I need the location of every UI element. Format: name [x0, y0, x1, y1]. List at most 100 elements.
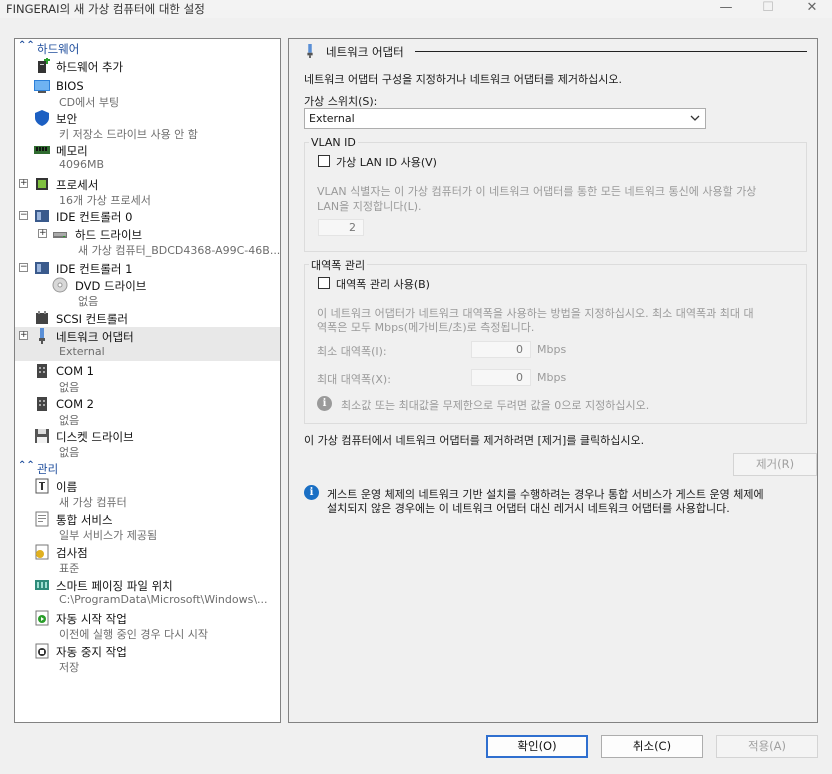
- dvd-icon: [52, 277, 68, 293]
- tree-label: 자동 중지 작업: [56, 645, 127, 659]
- tree-item-automatic-start[interactable]: 자동 시작 작업 이전에 실행 중인 경우 다시 시작: [15, 609, 280, 641]
- tree-label: 하드웨어 추가: [56, 60, 124, 74]
- legacy-adapter-info-line2: 설치되지 않은 경우에는 이 네트워크 어댑터 대신 레거시 네트워크 어댑터를…: [327, 502, 730, 515]
- tree-label: 디스켓 드라이브: [56, 430, 134, 444]
- tree-label: COM 2: [56, 397, 94, 411]
- name-icon: [35, 478, 49, 494]
- cancel-button[interactable]: 취소(C): [601, 735, 703, 758]
- tree-item-ide-controller-1[interactable]: − IDE 컨트롤러 1: [15, 259, 280, 277]
- min-bandwidth-input[interactable]: 0: [471, 341, 531, 358]
- management-section-header[interactable]: ⌃⌃ 관리: [15, 460, 280, 476]
- tree-item-processor[interactable]: + 프로세서 16개 가상 프로세서: [15, 175, 280, 207]
- collapse-icon[interactable]: −: [19, 211, 28, 220]
- hard-drive-icon: [53, 232, 67, 238]
- chevron-down-icon: [690, 115, 700, 121]
- tree-label: 스마트 페이징 파일 위치: [56, 579, 173, 593]
- tree-label: 검사점: [56, 546, 88, 560]
- tree-item-network-adapter[interactable]: + 네트워크 어댑터 External: [15, 327, 280, 361]
- tree-item-automatic-stop[interactable]: 자동 중지 작업 저장: [15, 642, 280, 674]
- auto-start-icon: [35, 610, 49, 626]
- tree-sublabel: CD에서 부팅: [59, 96, 120, 109]
- vlan-checkbox[interactable]: [318, 155, 330, 167]
- maximize-button[interactable]: ☐: [748, 0, 788, 18]
- tree-label: 이름: [56, 480, 78, 494]
- tree-sublabel: 없음: [59, 381, 80, 394]
- tree-label: 통합 서비스: [56, 513, 113, 527]
- tree-label: DVD 드라이브: [75, 279, 147, 293]
- tree-item-checkpoints[interactable]: 검사점 표준: [15, 543, 280, 575]
- remove-button[interactable]: 제거(R): [733, 453, 817, 476]
- tree-item-name[interactable]: 이름 새 가상 컴퓨터: [15, 477, 280, 509]
- tree-item-ide-controller-0[interactable]: − IDE 컨트롤러 0: [15, 207, 280, 225]
- max-bandwidth-label: 최대 대역폭(X):: [317, 373, 391, 386]
- paging-file-icon: [35, 580, 49, 590]
- tree-sublabel: 없음: [59, 446, 80, 459]
- collapse-icon[interactable]: −: [19, 263, 28, 272]
- tree-sublabel: 없음: [59, 414, 80, 427]
- tree-item-smart-paging[interactable]: 스마트 페이징 파일 위치 C:\ProgramData\Microsoft\W…: [15, 576, 280, 608]
- vlan-legend: VLAN ID: [309, 136, 358, 149]
- controller-icon: [35, 262, 49, 274]
- apply-button[interactable]: 적용(A): [716, 735, 818, 758]
- tree-item-add-hardware[interactable]: 하드웨어 추가: [15, 57, 280, 75]
- info-icon: i: [317, 396, 332, 411]
- tree-item-com2[interactable]: COM 2 없음: [15, 395, 280, 427]
- bandwidth-checkbox[interactable]: [318, 277, 330, 289]
- tree-item-bios[interactable]: BIOS CD에서 부팅: [15, 77, 280, 109]
- tree-sublabel: External: [59, 345, 105, 358]
- management-header-label: 관리: [37, 462, 59, 476]
- tree-label: 프로세서: [56, 178, 99, 192]
- tree-item-memory[interactable]: 메모리 4096MB: [15, 141, 280, 173]
- hardware-section-header[interactable]: ⌃⌃ 하드웨어: [15, 40, 280, 56]
- settings-detail-panel: 네트워크 어댑터 네트워크 어댑터 구성을 지정하거나 네트워크 어댑터를 제거…: [288, 38, 818, 723]
- minimize-button[interactable]: —: [706, 0, 746, 18]
- max-bandwidth-unit: Mbps: [537, 371, 567, 384]
- memory-icon: [34, 146, 50, 154]
- window-title: FINGERAI의 새 가상 컴퓨터에 대한 설정: [6, 2, 205, 16]
- tree-label: BIOS: [56, 79, 84, 93]
- min-bandwidth-label: 최소 대역폭(I):: [317, 345, 387, 358]
- vlan-id-input[interactable]: 2: [318, 219, 364, 236]
- min-bandwidth-unit: Mbps: [537, 343, 567, 356]
- com-port-icon: [37, 364, 47, 378]
- virtual-switch-label: 가상 스위치(S):: [304, 95, 378, 108]
- expand-icon[interactable]: +: [38, 229, 47, 238]
- network-adapter-icon: [307, 44, 313, 58]
- bandwidth-checkbox-label[interactable]: 대역폭 관리 사용(B): [336, 276, 430, 292]
- settings-tree[interactable]: ⌃⌃ 하드웨어 하드웨어 추가 BIOS CD에서 부팅 보안 키 저장소 드라…: [14, 38, 281, 723]
- tree-item-hard-drive[interactable]: + 하드 드라이브 새 가상 컴퓨터_BDCD4368-A99C-46B...: [15, 225, 280, 257]
- collapse-chevron-icon[interactable]: ⌃⌃: [18, 40, 35, 51]
- close-button[interactable]: ✕: [792, 0, 832, 18]
- tree-sublabel: 표준: [59, 562, 80, 575]
- tree-sublabel: 일부 서비스가 제공됨: [59, 529, 158, 542]
- vlan-checkbox-label[interactable]: 가상 LAN ID 사용(V): [336, 154, 437, 170]
- tree-label: SCSI 컨트롤러: [56, 312, 128, 326]
- virtual-switch-value: External: [309, 112, 355, 125]
- panel-description: 네트워크 어댑터 구성을 지정하거나 네트워크 어댑터를 제거하십시오.: [304, 73, 622, 86]
- controller-icon: [35, 210, 49, 222]
- tree-item-diskette-drive[interactable]: 디스켓 드라이브 없음: [15, 427, 280, 459]
- tree-label: IDE 컨트롤러 0: [56, 210, 133, 224]
- virtual-switch-dropdown[interactable]: External: [304, 108, 706, 129]
- tree-sublabel: 키 저장소 드라이브 사용 안 함: [59, 128, 198, 141]
- title-bar: FINGERAI의 새 가상 컴퓨터에 대한 설정 — ☐ ✕: [0, 0, 832, 18]
- ok-button[interactable]: 확인(O): [486, 735, 588, 758]
- max-bandwidth-input[interactable]: 0: [471, 369, 531, 386]
- collapse-chevron-icon[interactable]: ⌃⌃: [18, 460, 35, 471]
- tree-item-com1[interactable]: COM 1 없음: [15, 362, 280, 394]
- tree-item-scsi-controller[interactable]: SCSI 컨트롤러: [15, 309, 280, 327]
- info-icon: i: [304, 485, 319, 500]
- tree-item-integration-services[interactable]: 통합 서비스 일부 서비스가 제공됨: [15, 510, 280, 542]
- bios-icon: [34, 80, 50, 93]
- tree-sublabel: 이전에 실행 중인 경우 다시 시작: [59, 628, 209, 641]
- hardware-header-label: 하드웨어: [37, 42, 80, 56]
- tree-item-dvd-drive[interactable]: DVD 드라이브 없음: [15, 276, 280, 308]
- tree-label: 하드 드라이브: [75, 228, 143, 242]
- expand-icon[interactable]: +: [19, 331, 28, 340]
- tree-sublabel: 없음: [78, 295, 99, 308]
- tree-sublabel: C:\ProgramData\Microsoft\Windows\...: [59, 593, 268, 606]
- expand-icon[interactable]: +: [19, 179, 28, 188]
- com-port-icon: [37, 397, 47, 411]
- add-hardware-icon: [38, 58, 50, 73]
- tree-item-security[interactable]: 보안 키 저장소 드라이브 사용 안 함: [15, 109, 280, 141]
